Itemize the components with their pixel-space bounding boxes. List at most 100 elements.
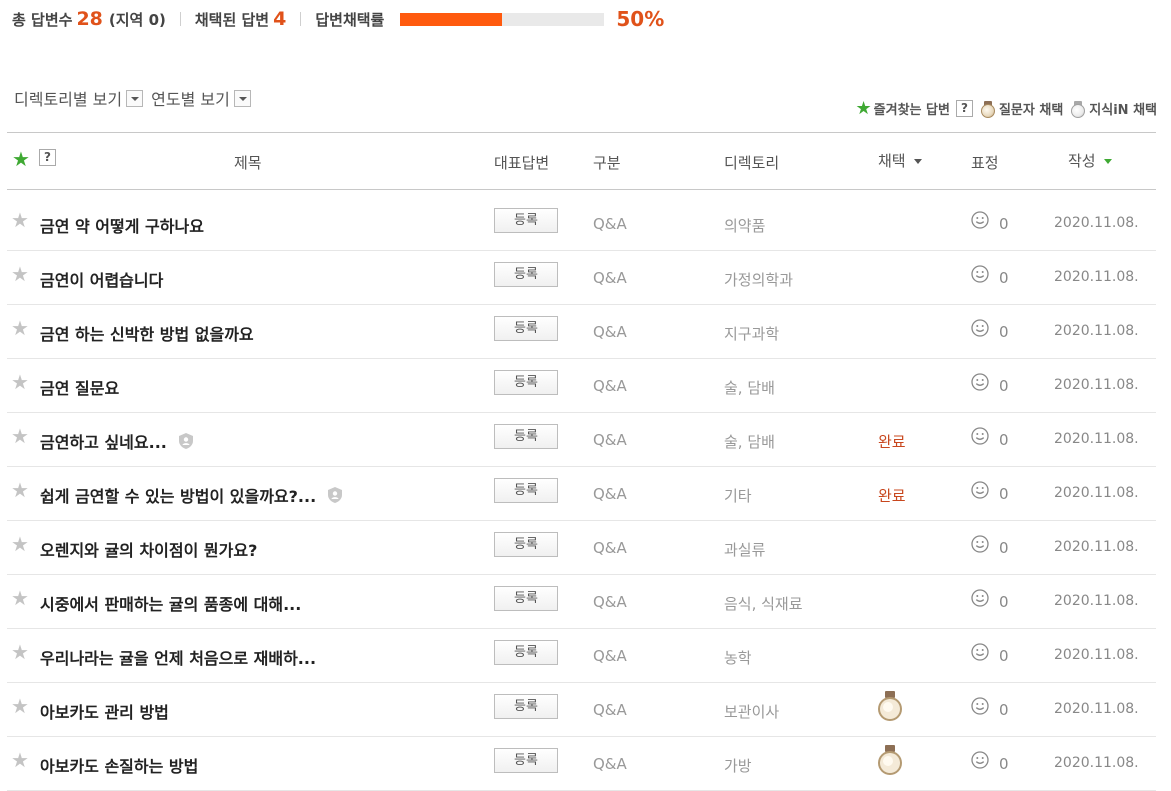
favorite-star-icon[interactable]: ★ <box>11 262 29 286</box>
directory[interactable]: 기타 <box>724 485 752 506</box>
smiley-icon[interactable] <box>971 751 989 769</box>
question-title-link[interactable]: 쉽게 금연할 수 있는 방법이 있을까요?... <box>40 483 344 507</box>
register-button[interactable]: 등록 <box>494 478 558 503</box>
favorite-star-icon[interactable]: ★ <box>11 370 29 394</box>
expression-count: 0 <box>999 269 1009 287</box>
question-title-link[interactable]: 금연 하는 신박한 방법 없을까요 <box>40 321 254 345</box>
written-date: 2020.11.08. <box>1054 647 1139 663</box>
adopted-answers-value: 4 <box>273 8 287 30</box>
year-view-dropdown-button[interactable] <box>233 89 251 107</box>
question-title: 시중에서 판매하는 귤의 품종에 대해... <box>40 595 302 614</box>
question-title-link[interactable]: 우리나라는 귤을 언제 처음으로 재배하... <box>40 645 316 669</box>
favorite-star-icon[interactable]: ★ <box>11 694 29 718</box>
directory-view-dropdown-button[interactable] <box>126 89 144 107</box>
question-title-link[interactable]: 금연이 어렵습니다 <box>40 267 163 291</box>
directory[interactable]: 의약품 <box>724 215 765 236</box>
question-title: 아보카도 손질하는 방법 <box>40 757 199 776</box>
help-icon[interactable]: ? <box>39 149 56 166</box>
smiley-icon[interactable] <box>971 535 989 553</box>
expression-count: 0 <box>999 431 1009 449</box>
expression-count: 0 <box>999 215 1009 233</box>
category: Q&A <box>593 431 627 449</box>
smiley-icon[interactable] <box>971 427 989 445</box>
question-title-link[interactable]: 아보카도 손질하는 방법 <box>40 753 198 777</box>
question-title: 아보카도 관리 방법 <box>40 703 169 722</box>
column-written-label: 작성 <box>1068 152 1096 170</box>
written-date: 2020.11.08. <box>1054 755 1139 771</box>
directory-view-label[interactable]: 디렉토리별 보기 <box>14 86 122 110</box>
register-button[interactable]: 등록 <box>494 748 558 773</box>
expression-count: 0 <box>999 539 1009 557</box>
register-button[interactable]: 등록 <box>494 316 558 341</box>
year-view-label[interactable]: 연도별 보기 <box>151 86 230 110</box>
directory[interactable]: 농학 <box>724 647 752 668</box>
directory[interactable]: 가정의학과 <box>724 269 793 290</box>
favorite-star-icon[interactable]: ★ <box>12 147 30 171</box>
questioner-adopted-label: 질문자 채택 <box>998 103 1064 118</box>
register-button[interactable]: 등록 <box>494 694 558 719</box>
expression-count: 0 <box>999 647 1009 665</box>
directory[interactable]: 보관이사 <box>724 701 779 722</box>
favorite-answers-label: 즐겨찾는 답변 <box>873 103 950 118</box>
question-title-link[interactable]: 시중에서 판매하는 귤의 품종에 대해... <box>40 591 301 615</box>
smiley-icon[interactable] <box>971 481 989 499</box>
favorite-star-icon[interactable]: ★ <box>11 748 29 772</box>
medal-icon <box>1071 100 1086 118</box>
favorite-star-icon[interactable]: ★ <box>11 208 29 232</box>
written-date: 2020.11.08. <box>1054 377 1139 393</box>
table-row: ★ 우리나라는 귤을 언제 처음으로 재배하... 등록 Q&A 농학 0 2020.11.… <box>7 629 1156 683</box>
expression-count: 0 <box>999 593 1009 611</box>
jisik-adopted-legend: 지식iN 채택 <box>1071 99 1157 118</box>
smiley-icon[interactable] <box>971 265 989 283</box>
help-icon[interactable]: ? <box>955 100 973 117</box>
column-rep-answer: 대표답변 <box>494 154 550 172</box>
category: Q&A <box>593 269 627 287</box>
favorite-star-icon[interactable]: ★ <box>11 640 29 664</box>
adoption-rate-bar <box>400 12 605 26</box>
favorite-star-icon[interactable]: ★ <box>11 316 29 340</box>
directory[interactable]: 지구과학 <box>724 323 779 344</box>
expression-count: 0 <box>999 323 1009 341</box>
smiley-icon[interactable] <box>971 319 989 337</box>
register-button[interactable]: 등록 <box>494 424 558 449</box>
category: Q&A <box>593 755 627 773</box>
question-title-link[interactable]: 금연 질문요 <box>40 375 119 399</box>
question-title-link[interactable]: 오렌지와 귤의 차이점이 뭔가요? <box>40 537 257 561</box>
adoption-rate-value: 50% <box>616 7 665 31</box>
register-button[interactable]: 등록 <box>494 586 558 611</box>
register-button[interactable]: 등록 <box>494 640 558 665</box>
written-date: 2020.11.08. <box>1054 431 1139 447</box>
question-title-link[interactable]: 금연하고 싶네요... <box>40 429 195 453</box>
register-button[interactable]: 등록 <box>494 370 558 395</box>
directory[interactable]: 과실류 <box>724 539 765 560</box>
table-row: ★ 시중에서 판매하는 귤의 품종에 대해... 등록 Q&A 음식, 식재료 0 2020… <box>7 575 1156 629</box>
column-adopted-label: 채택 <box>878 152 906 170</box>
smiley-icon[interactable] <box>971 211 989 229</box>
column-adopted-sort[interactable]: 채택 <box>878 150 922 171</box>
question-title-link[interactable]: 아보카도 관리 방법 <box>40 699 169 723</box>
favorite-star-icon[interactable]: ★ <box>11 478 29 502</box>
answer-list: ★ 금연 약 어떻게 구하나요 등록 Q&A 의약품 0 2020.11.08. ★ 금연이 어… <box>7 197 1156 791</box>
expression-count: 0 <box>999 701 1009 719</box>
favorite-star-icon[interactable]: ★ <box>11 532 29 556</box>
smiley-icon[interactable] <box>971 643 989 661</box>
question-title-link[interactable]: 금연 약 어떻게 구하나요 <box>40 213 204 237</box>
register-button[interactable]: 등록 <box>494 532 558 557</box>
directory[interactable]: 술, 담배 <box>724 431 775 452</box>
expression-count: 0 <box>999 485 1009 503</box>
column-written-sort[interactable]: 작성 <box>1068 150 1112 171</box>
smiley-icon[interactable] <box>971 697 989 715</box>
smiley-icon[interactable] <box>971 373 989 391</box>
smiley-icon[interactable] <box>971 589 989 607</box>
column-title: 제목 <box>234 154 262 172</box>
register-button[interactable]: 등록 <box>494 208 558 233</box>
expression-count: 0 <box>999 755 1009 773</box>
favorite-star-icon[interactable]: ★ <box>11 424 29 448</box>
column-category: 구분 <box>593 154 621 172</box>
register-button[interactable]: 등록 <box>494 262 558 287</box>
favorite-star-icon[interactable]: ★ <box>11 586 29 610</box>
directory[interactable]: 술, 담배 <box>724 377 775 398</box>
directory[interactable]: 음식, 식재료 <box>724 593 803 614</box>
directory[interactable]: 가방 <box>724 755 752 776</box>
question-title: 우리나라는 귤을 언제 처음으로 재배하... <box>40 649 317 668</box>
